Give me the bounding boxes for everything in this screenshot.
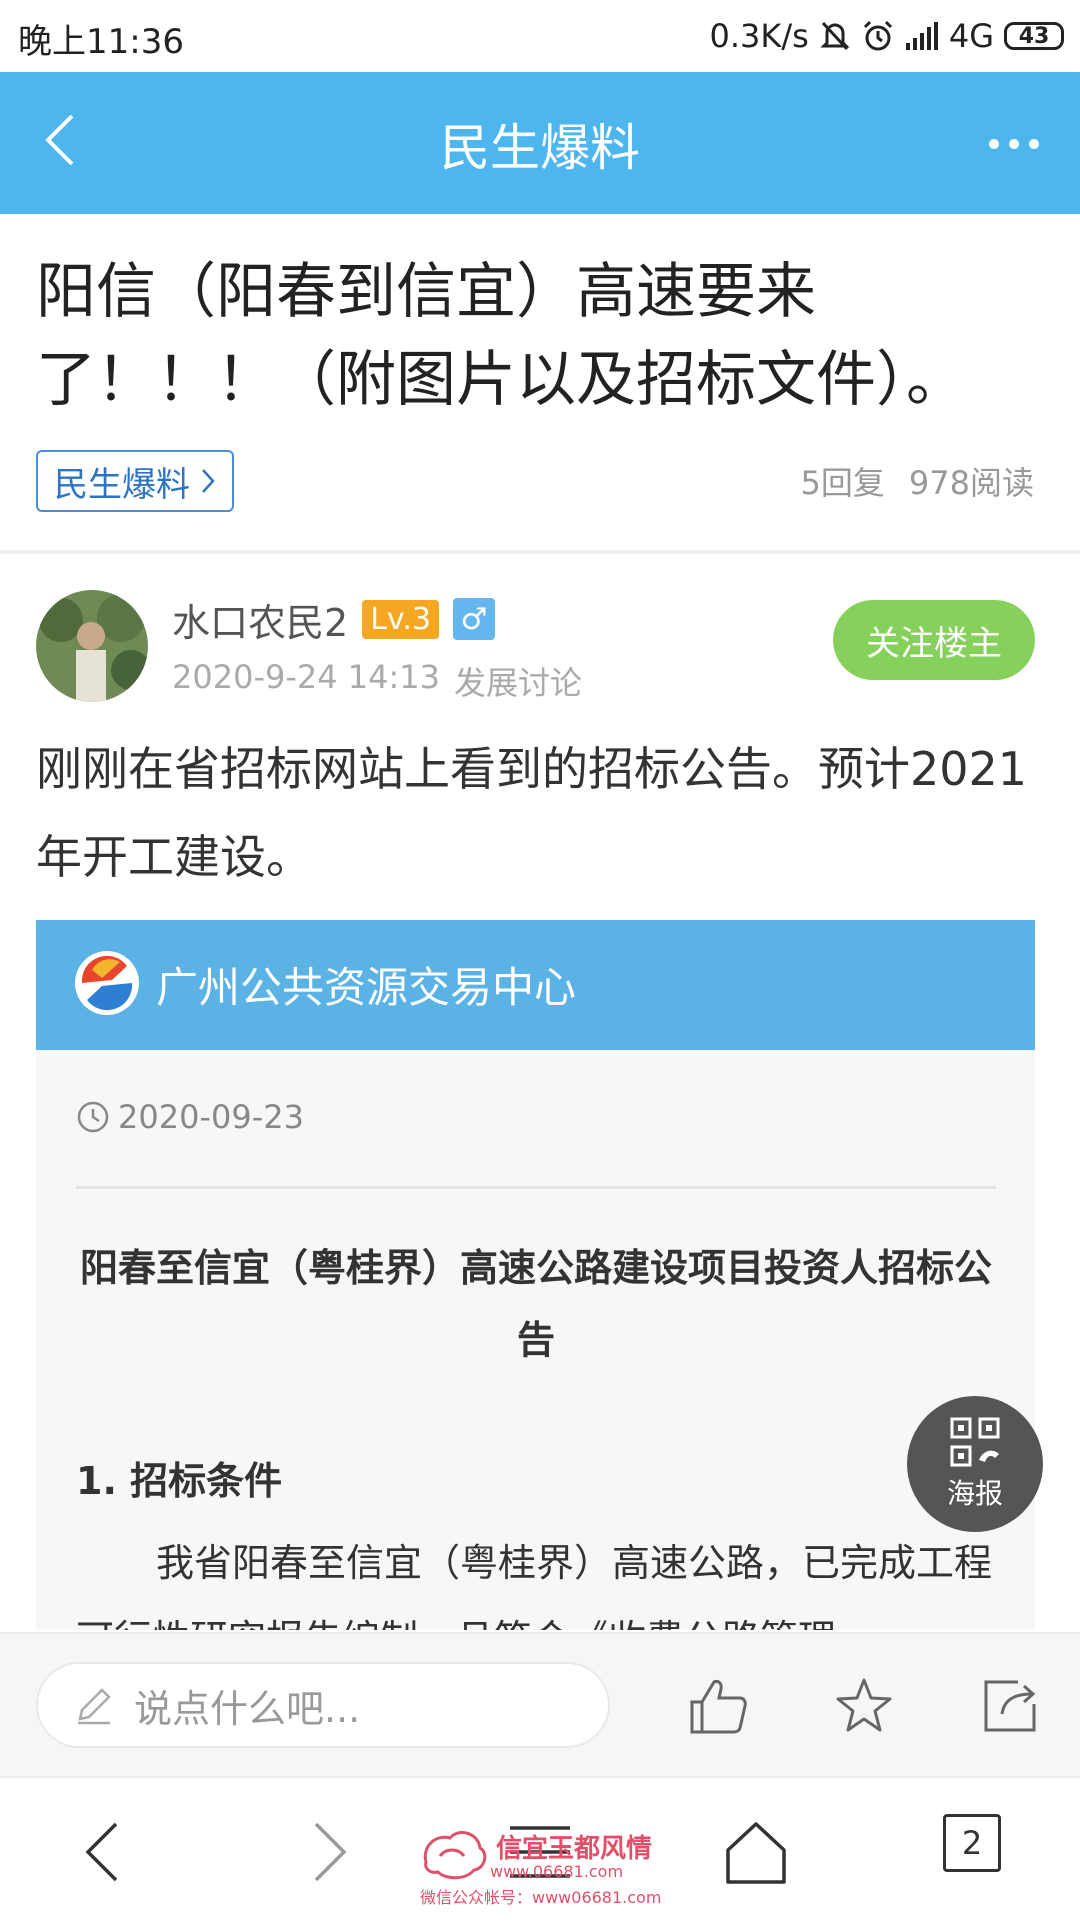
like-button[interactable] (686, 1674, 750, 1738)
watermark-logo-icon (423, 1831, 487, 1880)
post-category: 发展讨论 (454, 664, 583, 702)
board-tag-label: 民生爆料 (54, 464, 190, 505)
post-title: 阳信（阳春到信宜）高速要来了！！！（附图片以及招标文件）。 (36, 257, 966, 415)
star-icon (836, 1678, 892, 1732)
author-info: 水口农民2 Lv.3 ♂ (172, 590, 495, 648)
poster-label: 海报 (946, 1477, 1003, 1510)
post-image[interactable]: 广州公共资源交易中心 2020-09-23 阳春至信宜（粤桂界）高速公路建设项目… (36, 920, 1035, 1630)
network-type: 4G (948, 17, 994, 55)
battery-icon: 43 (1004, 22, 1064, 50)
follow-author-button[interactable]: 关注楼主 (833, 600, 1035, 680)
announcement-paragraph: 我省阳春至信宜（粤桂界）高速公路，已完成工程可行性研究报告编制，且符合《收费公路… (76, 1541, 993, 1630)
browser-forward-button[interactable] (290, 1816, 362, 1888)
announcement-section: 1. 招标条件 (76, 1459, 283, 1503)
status-icons: 0.3K/s 4G 43 (710, 12, 1064, 60)
image-date-text: 2020-09-23 (118, 1098, 304, 1136)
comment-placeholder: 说点什么吧... (134, 1686, 361, 1731)
thumbs-up-icon (690, 1680, 747, 1734)
image-date: 2020-09-23 (76, 1098, 304, 1136)
qr-code-icon (950, 1417, 1000, 1467)
battery-level: 43 (1018, 23, 1050, 49)
page-title: 民生爆料 (440, 119, 640, 177)
post-meta: 2020-9-24 14:13 发展讨论 (172, 658, 582, 704)
status-bar: 晚上11:36 0.3K/s 4G 43 (0, 0, 1080, 72)
watermark: 信宜玉都风情 www.06681.com 微信公众帐号：www06681.com (420, 1826, 670, 1907)
author-name[interactable]: 水口农民2 (172, 592, 348, 647)
share-button[interactable] (978, 1674, 1042, 1738)
watermark-url: www.06681.com (490, 1862, 624, 1881)
watermark-sub: 微信公众帐号：www06681.com (420, 1888, 662, 1907)
divider (0, 550, 1080, 554)
arrow-right-icon (314, 1822, 347, 1882)
more-dots-icon (989, 139, 1039, 149)
mute-bell-icon (819, 19, 851, 53)
read-count: 978阅读 (908, 464, 1034, 502)
pencil-icon (78, 1688, 111, 1725)
board-tag-button[interactable]: 民生爆料 (36, 450, 234, 512)
browser-home-button[interactable] (720, 1816, 792, 1888)
male-icon: ♂ (452, 598, 495, 640)
image-header: 广州公共资源交易中心 (36, 920, 1035, 1050)
level-badge: Lv.3 (362, 599, 439, 639)
comment-bar: 说点什么吧... (0, 1632, 1080, 1778)
watermark-title: 信宜玉都风情 (496, 1834, 653, 1864)
avatar[interactable] (36, 590, 148, 702)
browser-back-button[interactable] (70, 1816, 142, 1888)
top-nav-bar: 民生爆料 (0, 72, 1080, 214)
tabs-count: 2 (961, 1824, 983, 1862)
share-icon (984, 1680, 1036, 1732)
post-datetime: 2020-9-24 14:13 (172, 658, 440, 696)
arrow-left-icon (85, 1822, 118, 1882)
comment-input[interactable]: 说点什么吧... (36, 1662, 610, 1748)
post-body: 刚刚在省招标网站上看到的招标公告。预计2021年开工建设。 (36, 742, 1028, 884)
status-time: 晚上11:36 (18, 22, 184, 62)
post-stats: 5回复 978阅读 (801, 458, 1034, 504)
avatar-photo (36, 590, 148, 702)
home-icon (726, 1822, 786, 1884)
poster-button[interactable]: 海报 (907, 1396, 1043, 1532)
signal-icon (905, 21, 939, 51)
image-divider (76, 1186, 996, 1189)
org-name: 广州公共资源交易中心 (156, 963, 577, 1012)
net-speed: 0.3K/s (709, 17, 809, 55)
reply-count: 5回复 (800, 464, 885, 502)
chevron-right-icon (202, 469, 215, 493)
more-options-button[interactable] (986, 130, 1042, 158)
alarm-icon (861, 19, 895, 53)
browser-tabs-button[interactable]: 2 (943, 1814, 1001, 1872)
org-logo-icon (75, 951, 139, 1015)
clock-icon (77, 1101, 109, 1133)
favorite-button[interactable] (832, 1674, 896, 1738)
announcement-title: 阳春至信宜（粤桂界）高速公路建设项目投资人招标公告 (79, 1246, 992, 1362)
